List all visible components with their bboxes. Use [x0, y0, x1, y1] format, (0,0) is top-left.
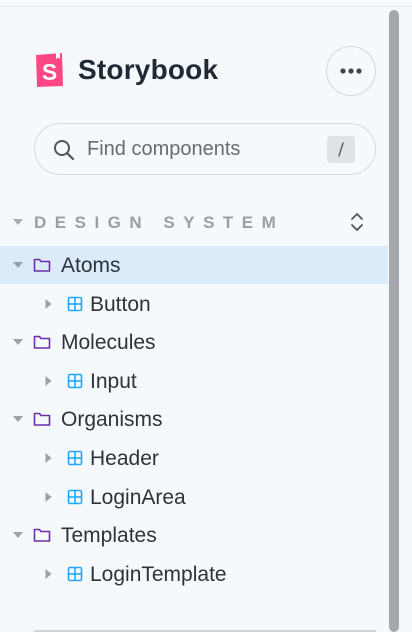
folder-icon [33, 258, 51, 272]
sidebar-header: S Storybook [34, 44, 376, 96]
search-icon [54, 140, 75, 161]
tree-item-label: Header [90, 447, 159, 470]
tree-item-label: Molecules [61, 331, 156, 355]
caret-right-icon[interactable] [42, 298, 54, 310]
scrollbar[interactable] [389, 10, 399, 632]
ellipsis-icon [340, 68, 362, 74]
section-title: DESIGN SYSTEM [34, 213, 285, 232]
caret-down-icon [13, 219, 23, 225]
caret-right-icon[interactable] [42, 491, 54, 503]
storybook-logo-icon[interactable]: S [34, 52, 66, 88]
search-shortcut-badge: / [327, 136, 355, 163]
component-icon [67, 296, 83, 311]
tree-item-organisms[interactable]: Organisms [0, 400, 388, 438]
menu-button[interactable] [326, 46, 376, 96]
tree-item-label: Button [90, 292, 151, 316]
folder-icon [33, 413, 51, 427]
tree-item-atoms[interactable]: Atoms [0, 246, 388, 284]
top-border [0, 0, 412, 7]
component-icon [67, 373, 83, 389]
folder-icon [33, 335, 51, 349]
tree-item-input[interactable]: Input [0, 362, 388, 400]
caret-right-icon[interactable] [42, 568, 54, 580]
component-icon [67, 566, 83, 582]
tree-item-templates[interactable]: Templates [0, 516, 388, 554]
tree-item-label: Input [90, 369, 137, 393]
section-design-system[interactable]: DESIGN SYSTEM [10, 206, 370, 238]
expand-collapse-icon[interactable] [348, 211, 366, 233]
tree-item-label: Atoms [61, 254, 121, 277]
caret-down-icon[interactable] [12, 259, 24, 271]
caret-right-icon[interactable] [42, 452, 54, 464]
brand-title: Storybook [78, 54, 219, 85]
tree-item-header[interactable]: Header [0, 439, 388, 477]
caret-right-icon[interactable] [42, 375, 54, 387]
folder-icon [33, 528, 51, 542]
component-icon [67, 450, 83, 466]
tree-item-logintemplate[interactable]: LoginTemplate [0, 555, 388, 593]
tree-item-label: Templates [61, 524, 157, 548]
tree-item-label: LoginTemplate [90, 562, 227, 586]
tree-item-loginarea[interactable]: LoginArea [0, 478, 388, 516]
tree-item-label: Organisms [61, 408, 163, 432]
component-icon [67, 489, 83, 504]
tree-item-label: LoginArea [90, 485, 186, 509]
tree-item-button[interactable]: Button [0, 285, 388, 323]
tree-item-molecules[interactable]: Molecules [0, 323, 388, 361]
search-input[interactable] [87, 134, 307, 164]
caret-down-icon[interactable] [12, 529, 24, 541]
search-box[interactable]: / [34, 123, 376, 175]
caret-down-icon[interactable] [12, 336, 24, 348]
caret-down-icon[interactable] [12, 413, 24, 425]
svg-text:S: S [42, 59, 57, 85]
